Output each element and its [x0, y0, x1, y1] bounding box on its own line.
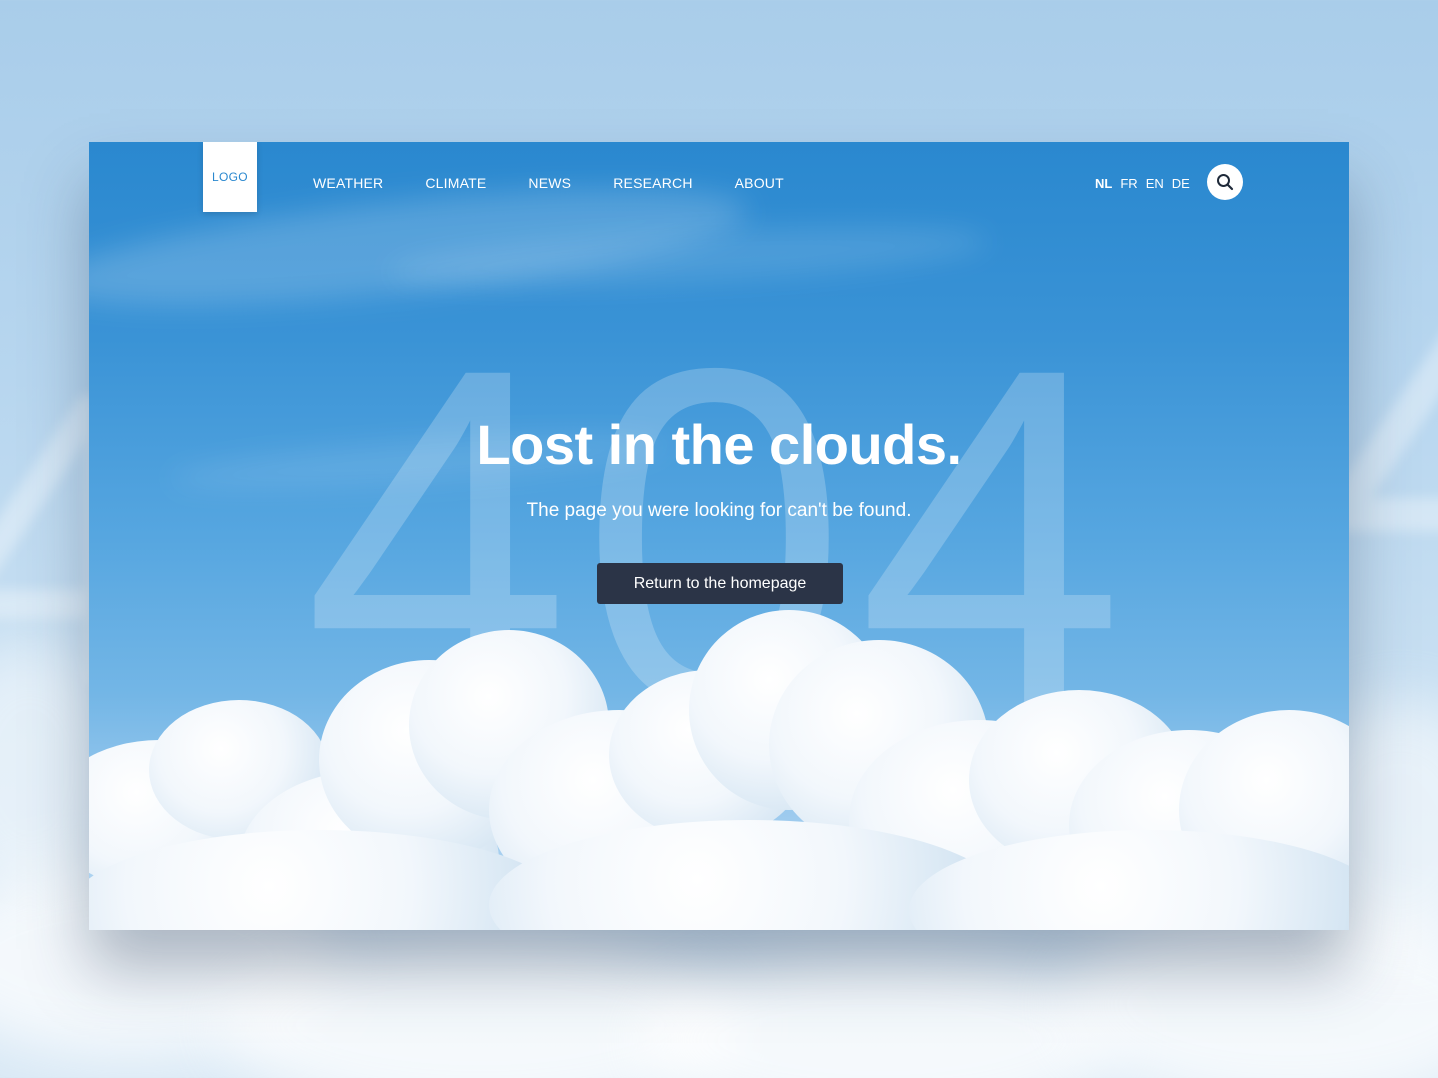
nav-item-weather[interactable]: WEATHER [313, 175, 383, 191]
lang-en[interactable]: EN [1146, 176, 1164, 191]
page-title: Lost in the clouds. [476, 413, 962, 476]
logo[interactable]: LOGO [203, 142, 257, 212]
return-home-button[interactable]: Return to the homepage [597, 563, 843, 604]
logo-label: LOGO [212, 170, 248, 184]
lang-de[interactable]: DE [1172, 176, 1190, 191]
error-page-card: 404 LOGO WEATHER CLIMATE NEWS RESEARCH A… [89, 142, 1349, 930]
lang-fr[interactable]: FR [1120, 176, 1137, 191]
lang-nl[interactable]: NL [1095, 176, 1112, 191]
nav-item-research[interactable]: RESEARCH [613, 175, 692, 191]
main-nav: WEATHER CLIMATE NEWS RESEARCH ABOUT [313, 175, 826, 191]
page-subtitle: The page you were looking for can't be f… [526, 500, 912, 521]
search-button[interactable] [1207, 164, 1243, 200]
cloud-bank-image [89, 600, 1349, 930]
nav-item-climate[interactable]: CLIMATE [425, 175, 486, 191]
language-switcher: NL FR EN DE [1095, 176, 1198, 191]
nav-item-news[interactable]: NEWS [528, 175, 571, 191]
search-icon [1217, 174, 1234, 191]
nav-item-about[interactable]: ABOUT [735, 175, 784, 191]
